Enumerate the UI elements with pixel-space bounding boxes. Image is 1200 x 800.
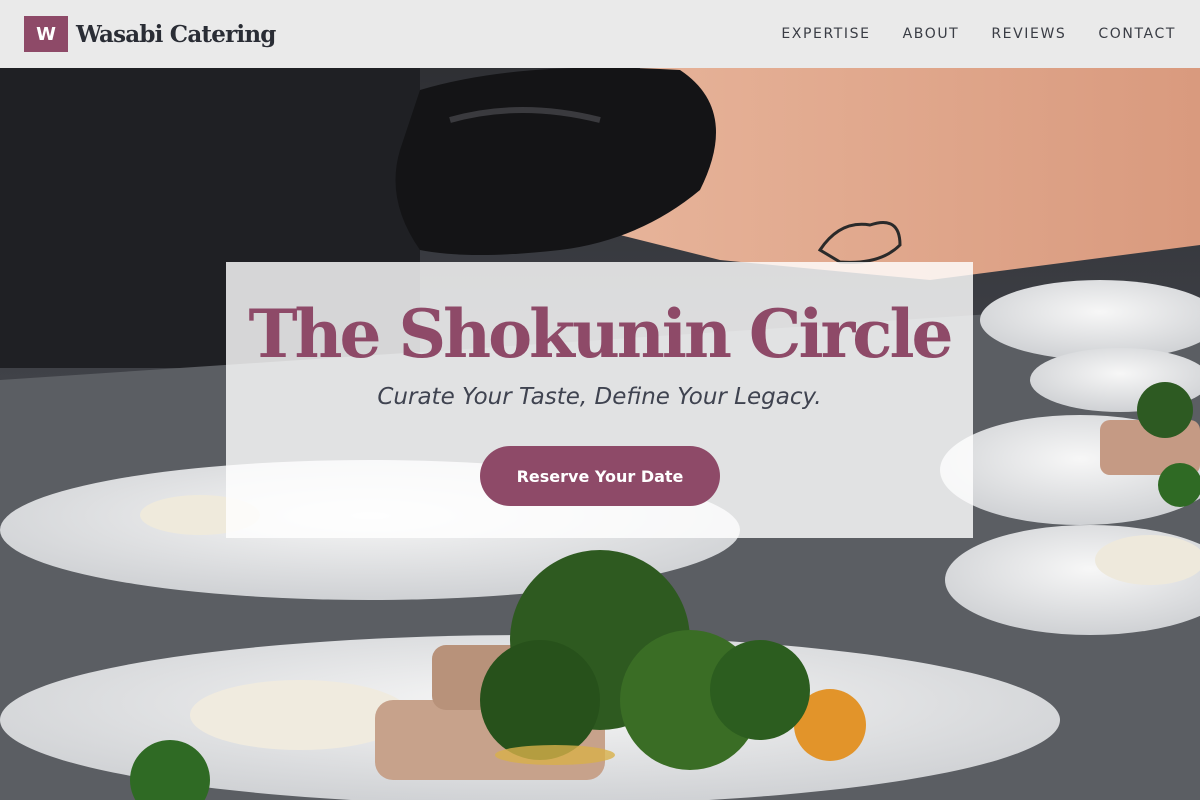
brand-name: Wasabi Catering (76, 20, 276, 48)
reserve-date-button[interactable]: Reserve Your Date (480, 446, 720, 506)
brand-logo-link[interactable]: W Wasabi Catering (24, 16, 276, 52)
nav-link-about[interactable]: ABOUT (903, 26, 960, 42)
nav-link-expertise[interactable]: EXPERTISE (781, 26, 870, 42)
hero-card: The Shokunin Circle Curate Your Taste, D… (226, 262, 973, 538)
nav-link-contact[interactable]: CONTACT (1098, 26, 1176, 42)
hero-subtitle: Curate Your Taste, Define Your Legacy. (377, 384, 822, 410)
nav-link-reviews[interactable]: REVIEWS (991, 26, 1066, 42)
site-header: W Wasabi Catering EXPERTISE ABOUT REVIEW… (0, 0, 1200, 68)
logo-mark: W (24, 16, 68, 52)
main-nav: EXPERTISE ABOUT REVIEWS CONTACT (781, 26, 1176, 42)
hero-title: The Shokunin Circle (248, 295, 953, 373)
